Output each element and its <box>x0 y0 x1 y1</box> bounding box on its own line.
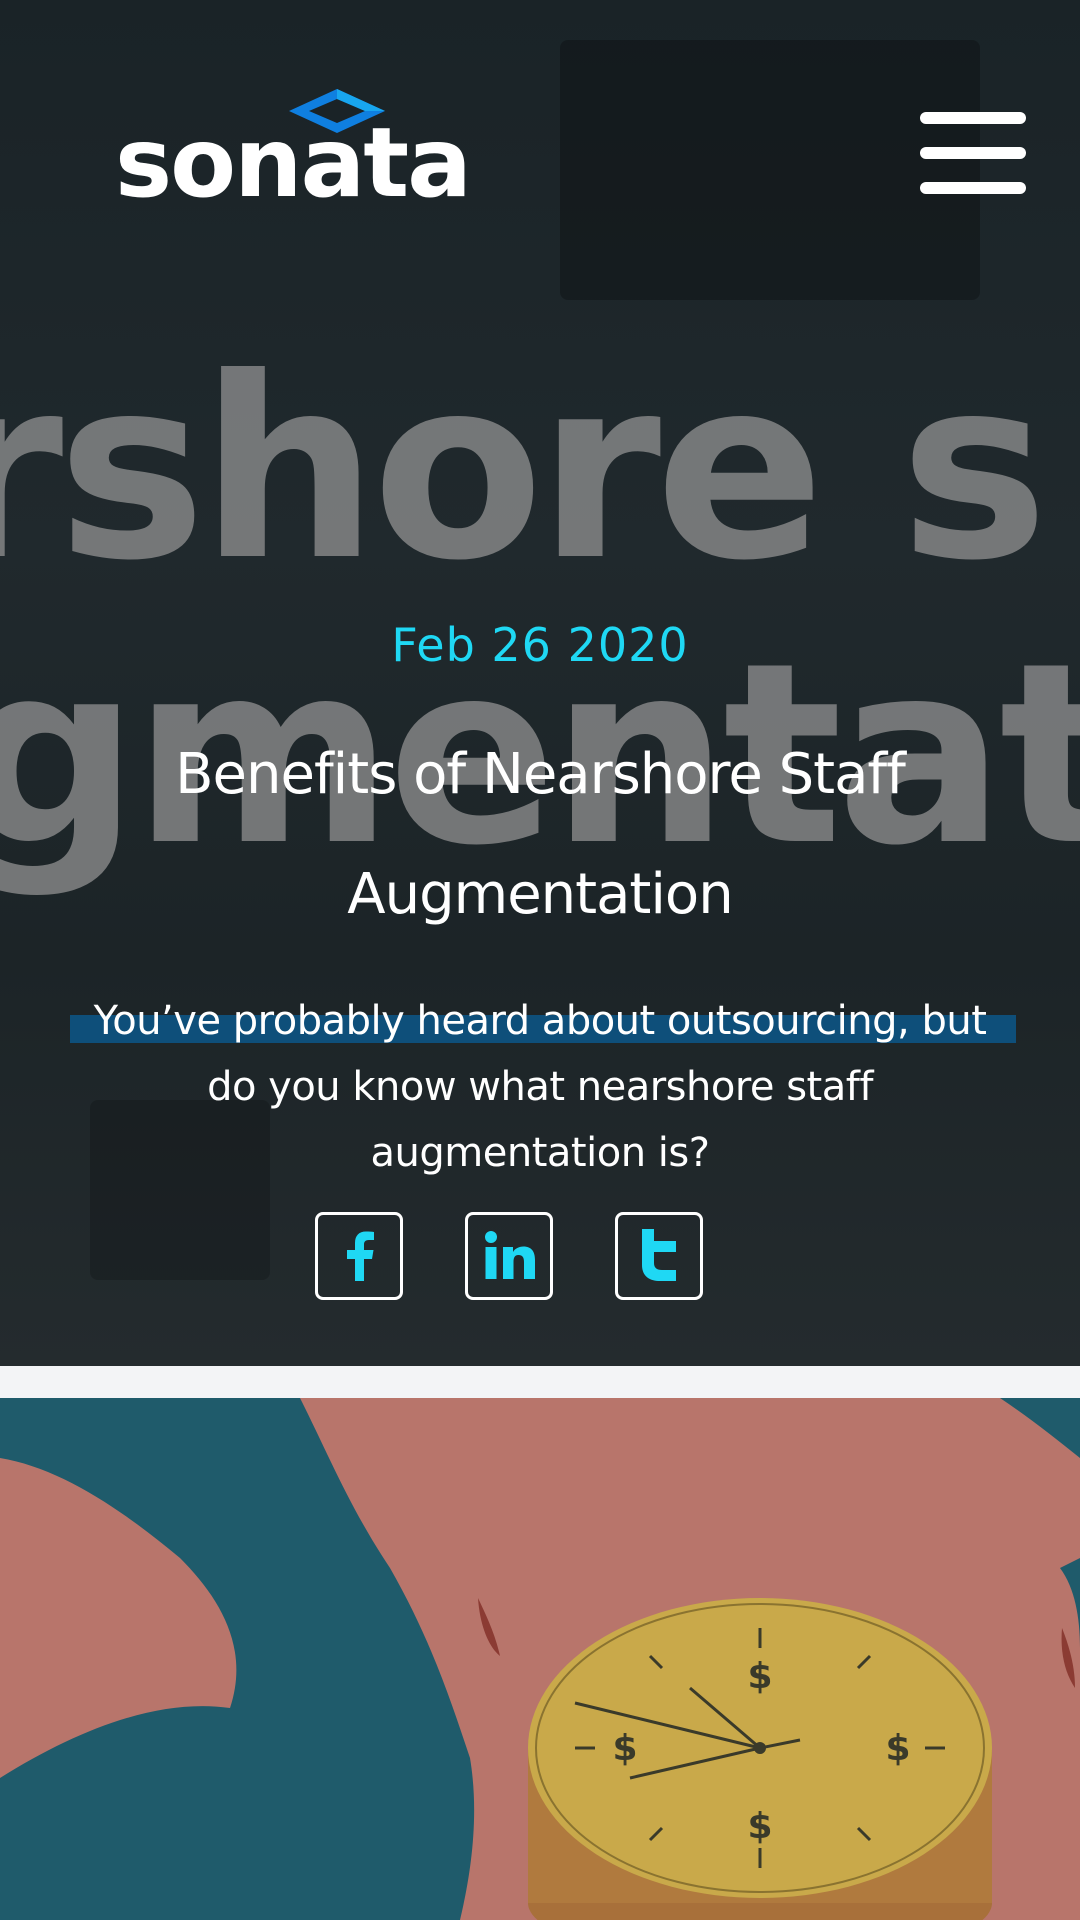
svg-text:$: $ <box>747 1806 772 1847</box>
menu-bar <box>920 147 1026 159</box>
svg-text:$: $ <box>747 1656 772 1697</box>
hamburger-menu-icon[interactable] <box>920 112 1026 194</box>
coin-clock-illustration: $ $ $ $ <box>0 1398 1080 1920</box>
facebook-icon <box>347 1231 374 1281</box>
section-divider <box>0 1366 1080 1398</box>
post-title: Benefits of Nearshore Staff Augmentation <box>175 742 906 927</box>
menu-bar <box>920 112 1026 124</box>
hero-watermark-line-1: rshore s <box>0 324 1049 615</box>
post-date: Feb 26 2020 <box>391 618 689 672</box>
post-subtitle: You’ve probably heard about outsourcing,… <box>93 998 987 1176</box>
sonata-logo[interactable]: sonata <box>115 85 475 215</box>
linkedin-share-button[interactable] <box>465 1212 553 1300</box>
logo-text: sonata <box>115 107 472 219</box>
twitter-icon <box>642 1229 676 1281</box>
twitter-share-button[interactable] <box>615 1212 703 1300</box>
article-illustration: $ $ $ $ <box>0 1398 1080 1920</box>
hero-section: rshore s gmentat sonata Feb 26 2020 Bene… <box>0 0 1080 1366</box>
menu-bar <box>920 182 1026 194</box>
background-shape <box>560 40 980 300</box>
svg-text:$: $ <box>885 1728 910 1769</box>
svg-text:$: $ <box>612 1728 637 1769</box>
facebook-share-button[interactable] <box>315 1212 403 1300</box>
linkedin-icon <box>485 1231 535 1279</box>
